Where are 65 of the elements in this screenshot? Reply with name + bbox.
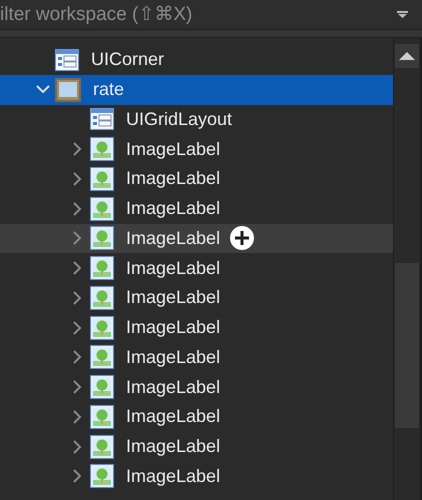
- image-icon: [90, 345, 114, 370]
- tree-row[interactable]: ImageLabel: [0, 372, 393, 402]
- chevron-right-icon[interactable]: [73, 231, 82, 246]
- tree-item-label: ImageLabel: [126, 198, 220, 220]
- triangle-up-icon: [399, 52, 415, 60]
- tree-row[interactable]: ImageLabel: [0, 134, 393, 164]
- tree-row[interactable]: rate: [0, 74, 393, 104]
- scrollbar[interactable]: [394, 38, 422, 500]
- tree-row[interactable]: ImageLabel: [0, 164, 393, 194]
- tree-row[interactable]: ImageLabel: [0, 312, 393, 342]
- tree-row[interactable]: ImageLabel: [0, 224, 393, 254]
- tree-row[interactable]: UIGridLayout: [0, 104, 393, 134]
- tree-row[interactable]: ImageLabel: [0, 462, 393, 492]
- image-icon: [90, 226, 114, 250]
- tree-item-label: rate: [93, 79, 124, 100]
- chevron-right-icon[interactable]: [73, 142, 82, 156]
- tree-row[interactable]: ImageLabel: [0, 402, 393, 432]
- add-icon[interactable]: [230, 226, 254, 250]
- scroll-up-button[interactable]: [395, 44, 419, 68]
- layout-icon: [90, 108, 114, 130]
- chevron-right-icon[interactable]: [73, 290, 82, 305]
- tree-item-label: ImageLabel: [126, 466, 220, 487]
- search-field[interactable]: ilter workspace (⇧⌘X): [0, 0, 389, 28]
- tree-item-label: ImageLabel: [126, 138, 220, 160]
- image-icon: [90, 316, 114, 340]
- image-icon: [90, 375, 114, 400]
- chevron-right-icon[interactable]: [73, 440, 82, 454]
- chevron-right-icon[interactable]: [73, 172, 82, 186]
- tree-item-label: ImageLabel: [126, 436, 220, 458]
- tree-item-label: ImageLabel: [126, 317, 220, 338]
- chevron-right-icon[interactable]: [73, 261, 82, 276]
- tree-row[interactable]: ImageLabel: [0, 283, 393, 313]
- tree-item-label: ImageLabel: [126, 406, 220, 428]
- image-icon: [90, 286, 114, 310]
- tree-item-label: ImageLabel: [126, 228, 220, 249]
- dropdown-arrow-icon[interactable]: [397, 11, 408, 18]
- tree-item-label: ImageLabel: [126, 168, 220, 190]
- image-icon: [90, 256, 114, 280]
- tree-item-label: ImageLabel: [126, 258, 220, 279]
- tree-row[interactable]: ImageLabel: [0, 432, 393, 462]
- tree-item-label: ImageLabel: [126, 346, 220, 368]
- image-icon: [90, 166, 114, 191]
- chevron-down-icon[interactable]: [36, 85, 50, 94]
- scroll-thumb[interactable]: [395, 263, 419, 428]
- chevron-right-icon[interactable]: [73, 320, 82, 335]
- chevron-right-icon[interactable]: [73, 410, 82, 424]
- tree-item-label: ImageLabel: [126, 287, 220, 308]
- frame-icon: [55, 78, 81, 102]
- layout-icon: [55, 48, 79, 71]
- image-icon: [90, 434, 114, 459]
- tree-row[interactable]: ImageLabel: [0, 194, 393, 224]
- image-icon: [90, 196, 114, 221]
- tree-item-label: UIGridLayout: [126, 108, 232, 130]
- tree-item-label: ImageLabel: [126, 376, 220, 398]
- tree-row[interactable]: UICorner: [0, 45, 393, 75]
- image-icon: [90, 404, 114, 429]
- image-icon: [90, 464, 114, 488]
- image-icon: [90, 137, 114, 162]
- chevron-right-icon[interactable]: [73, 202, 82, 216]
- tree-item-label: UICorner: [91, 49, 164, 70]
- chevron-right-icon[interactable]: [73, 380, 82, 394]
- tree-row[interactable]: ImageLabel: [0, 342, 393, 372]
- chevron-right-icon[interactable]: [73, 469, 82, 484]
- tree-row[interactable]: ImageLabel: [0, 253, 393, 283]
- chevron-right-icon[interactable]: [73, 350, 82, 364]
